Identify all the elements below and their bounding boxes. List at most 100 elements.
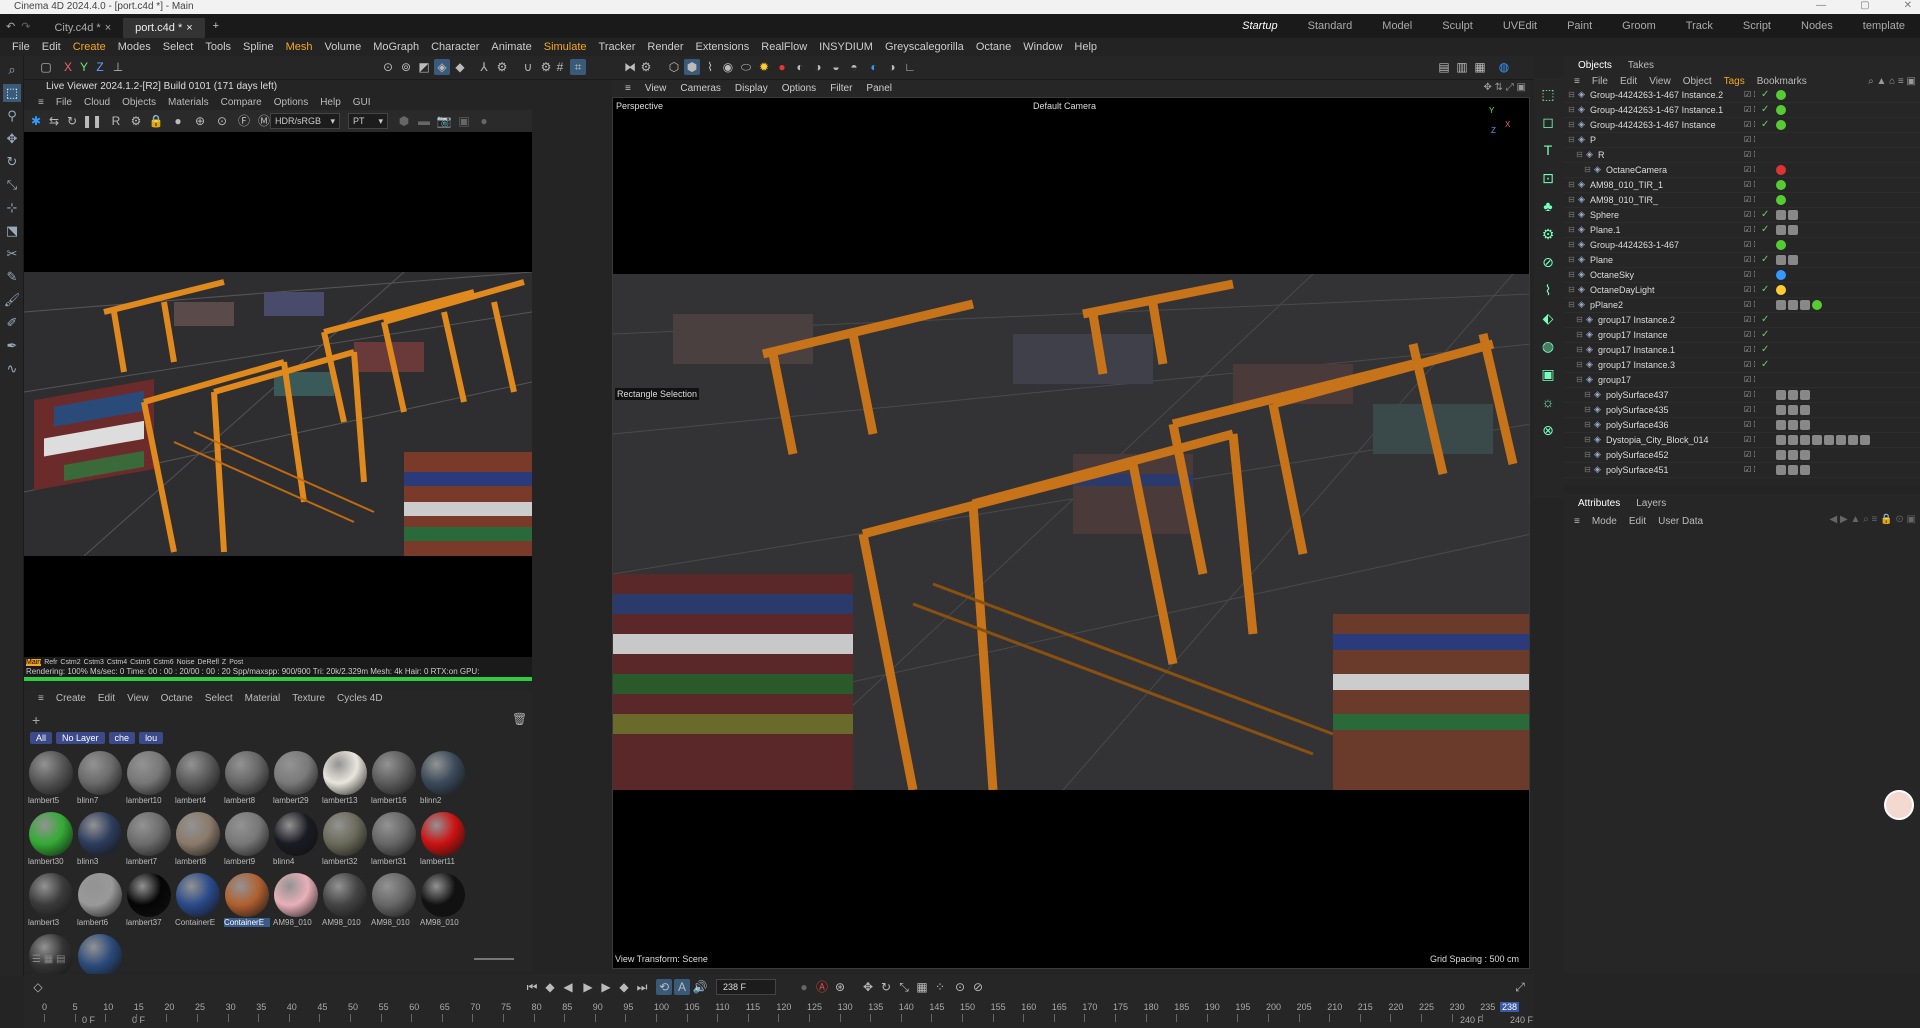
deformer-icon[interactable]: ⚙ <box>1538 224 1558 244</box>
material-tag-icon[interactable] <box>1776 300 1786 310</box>
tab-close-icon[interactable]: × <box>186 22 192 34</box>
expand-icon[interactable]: ⊟ <box>1568 135 1575 144</box>
lv-menu-help[interactable]: Help <box>314 97 347 108</box>
expand-icon[interactable]: ⊟ <box>1568 105 1575 114</box>
enabled-check-icon[interactable]: ✓ <box>1761 359 1769 370</box>
vp-menu-options[interactable]: Options <box>775 83 823 94</box>
visibility-flags[interactable]: ☑ ⁞ <box>1744 90 1756 99</box>
material-swatch[interactable]: lambert30 <box>28 811 74 871</box>
focus-icon[interactable]: Ⓕ <box>236 113 252 129</box>
spline-tool-icon[interactable]: ⌇ <box>1538 280 1558 300</box>
knife-icon[interactable]: ✂ <box>3 245 21 263</box>
menu-edit[interactable]: Edit <box>1623 516 1652 527</box>
coordinate-system-icon[interactable]: ⊥ <box>110 59 126 75</box>
object-row[interactable]: ⊟ ◈ group17 Instance.1 ☑ ⁞ ✓ <box>1564 343 1920 358</box>
pass-derefl[interactable]: DeRefl <box>198 659 219 666</box>
pass-cstm5[interactable]: Cstm5 <box>130 659 150 666</box>
live-selection-icon[interactable]: ⬚ <box>3 84 21 102</box>
visibility-flags[interactable]: ☑ ⁞ <box>1744 420 1756 429</box>
camera-name[interactable]: Default Camera <box>1033 101 1096 111</box>
redo-icon[interactable]: ↷ <box>19 20 42 33</box>
scene-icon[interactable]: ⬭ <box>738 59 754 75</box>
layout-script[interactable]: Script <box>1728 20 1786 32</box>
key-pla-icon[interactable]: ⁘ <box>932 979 948 995</box>
maximize-button[interactable]: ▢ <box>1860 0 1869 11</box>
expand-icon[interactable]: ⊟ <box>1584 450 1591 459</box>
teach-icon[interactable]: ◍ <box>1496 59 1512 75</box>
obj-menu-view[interactable]: View <box>1643 76 1677 87</box>
colorspace-select[interactable]: HDR/sRGB ▾ <box>270 113 340 129</box>
picture-viewer-icon[interactable]: ▦ <box>1472 59 1488 75</box>
hamburger-icon[interactable]: ≡ <box>32 97 50 108</box>
expand-icon[interactable]: ⊟ <box>1568 255 1575 264</box>
lv-menu-options[interactable]: Options <box>268 97 314 108</box>
tab-close-icon[interactable]: × <box>105 22 111 34</box>
expand-icon[interactable]: ⊟ <box>1576 330 1583 339</box>
visibility-flags[interactable]: ☑ ⁞ <box>1744 255 1756 264</box>
enabled-check-icon[interactable]: ✓ <box>1761 284 1769 295</box>
sphere-preview-icon[interactable]: ● <box>170 113 186 129</box>
object-row[interactable]: ⊟ ◈ OctaneCamera ☑ ⁞ <box>1564 163 1920 178</box>
object-row[interactable]: ⊟ ◈ polySurface436 ☑ ⁞ <box>1564 418 1920 433</box>
expand-icon[interactable]: ⊟ <box>1568 285 1575 294</box>
material-swatch[interactable]: lambert10 <box>126 750 172 810</box>
add-icon[interactable]: ⊕ <box>192 113 208 129</box>
next-frame-icon[interactable]: ▶ <box>598 979 614 995</box>
live-render-image[interactable] <box>24 272 532 556</box>
key-scale-icon[interactable]: ⤡ <box>896 979 912 995</box>
object-row[interactable]: ⊟ ◈ group17 ☑ ⁞ <box>1564 373 1920 388</box>
cube-primitive-icon[interactable]: ◻ <box>1538 112 1558 132</box>
render-settings-icon[interactable]: ◓ <box>846 59 862 75</box>
obj-menu-object[interactable]: Object <box>1677 76 1718 87</box>
settings-gear-icon[interactable]: ⚙ <box>494 59 510 75</box>
material-tag-icon[interactable] <box>1800 405 1810 415</box>
menu-tracker[interactable]: Tracker <box>593 41 642 53</box>
menu-mesh[interactable]: Mesh <box>280 41 319 53</box>
visibility-flags[interactable]: ☑ ⁞ <box>1744 135 1756 144</box>
material-tag-icon[interactable] <box>1776 465 1786 475</box>
menu-greyscalegorilla[interactable]: Greyscalegorilla <box>879 41 970 53</box>
layout-paint[interactable]: Paint <box>1552 20 1607 32</box>
material-swatch[interactable]: lambert32 <box>322 811 368 871</box>
menu-select[interactable]: Select <box>157 41 200 53</box>
expand-icon[interactable]: ⊟ <box>1576 345 1583 354</box>
enabled-check-icon[interactable]: ✓ <box>1761 89 1769 100</box>
vp-menu-filter[interactable]: Filter <box>823 83 859 94</box>
material-tag-icon[interactable] <box>1776 240 1786 250</box>
field-icon[interactable]: ⊘ <box>1538 252 1558 272</box>
keyframe-icon[interactable]: ◇ <box>30 979 46 995</box>
pass-cstm3[interactable]: Cstm3 <box>84 659 104 666</box>
pass-post[interactable]: Post <box>229 659 243 666</box>
object-row[interactable]: ⊟ ◈ Group-4424263-1-467 Instance.2 ☑ ⁞ ✓ <box>1564 88 1920 103</box>
menu-file[interactable]: File <box>6 41 36 53</box>
material-swatch[interactable]: AM98_010 <box>371 872 417 932</box>
prev-key-icon[interactable]: ◆ <box>542 979 558 995</box>
material-tag-icon[interactable] <box>1788 210 1798 220</box>
points-mode-icon[interactable]: ⊙ <box>380 59 396 75</box>
lv-menu-cloud[interactable]: Cloud <box>78 97 116 108</box>
material-tag-icon[interactable] <box>1776 270 1786 280</box>
enabled-check-icon[interactable]: ✓ <box>1761 329 1769 340</box>
export-icon[interactable]: ▣ <box>456 113 472 129</box>
object-row[interactable]: ⊟ ◈ polySurface452 ☑ ⁞ <box>1564 448 1920 463</box>
material-tag-icon[interactable] <box>1836 435 1846 445</box>
lv-menu-file[interactable]: File <box>50 97 78 108</box>
go-to-start-icon[interactable]: ⏮ <box>524 979 540 995</box>
material-tag-icon[interactable] <box>1812 435 1822 445</box>
enabled-check-icon[interactable]: ✓ <box>1761 104 1769 115</box>
material-tag-icon[interactable] <box>1776 450 1786 460</box>
tab-port[interactable]: port.c4d * × <box>123 17 205 38</box>
material-tag-icon[interactable] <box>1788 435 1798 445</box>
material-swatch[interactable]: lambert7 <box>126 811 172 871</box>
viewport-nav-icons[interactable]: ✥ ⇅ ⤢ ▣ <box>1483 82 1526 93</box>
octane-render-icon[interactable]: ◑ <box>884 59 900 75</box>
enabled-check-icon[interactable]: ✓ <box>1761 209 1769 220</box>
material-tag-icon[interactable] <box>1812 300 1822 310</box>
material-swatch[interactable]: lambert3 <box>28 872 74 932</box>
film-icon[interactable]: ▬ <box>416 113 432 129</box>
material-swatch[interactable]: blinn3 <box>77 811 123 871</box>
expand-icon[interactable]: ⊟ <box>1568 240 1575 249</box>
material-tag-icon[interactable] <box>1776 210 1786 220</box>
visibility-flags[interactable]: ☑ ⁞ <box>1744 225 1756 234</box>
cube-icon[interactable]: ⬡ <box>666 59 682 75</box>
